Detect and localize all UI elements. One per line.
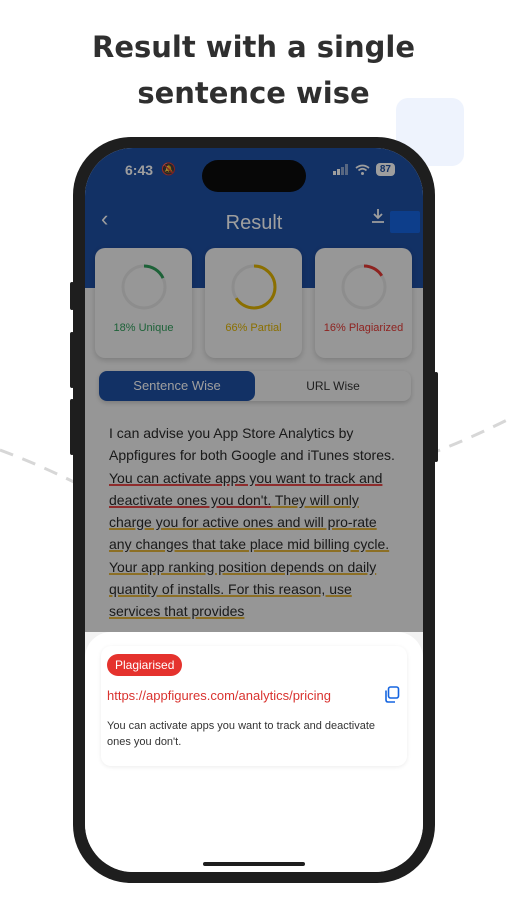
modal-overlay[interactable] xyxy=(85,148,423,632)
phone-volume-up xyxy=(70,332,74,388)
copy-icon[interactable] xyxy=(384,686,400,703)
decorative-dashed-line-right xyxy=(427,418,507,457)
bottom-sheet: Plagiarised https://appfigures.com/analy… xyxy=(85,632,423,872)
phone-frame: 6:43 🔕 87 ‹ Result 18% Unique 66% Partia… xyxy=(70,137,438,883)
decorative-dashed-line-left xyxy=(0,448,80,487)
phone-side-button xyxy=(70,282,74,310)
phone-volume-down xyxy=(70,399,74,455)
source-url-link[interactable]: https://appfigures.com/analytics/pricing xyxy=(107,688,331,703)
headline: Result with a single sentence wise xyxy=(0,24,507,116)
match-card: Plagiarised https://appfigures.com/analy… xyxy=(101,646,407,766)
headline-line-1: Result with a single xyxy=(91,30,416,64)
matched-snippet: You can activate apps you want to track … xyxy=(107,720,376,748)
phone-power-button xyxy=(434,372,438,462)
plagiarised-badge: Plagiarised xyxy=(107,654,183,676)
headline-line-2: sentence wise xyxy=(137,76,370,110)
home-indicator xyxy=(203,862,305,866)
phone-screen: 6:43 🔕 87 ‹ Result 18% Unique 66% Partia… xyxy=(85,148,423,872)
